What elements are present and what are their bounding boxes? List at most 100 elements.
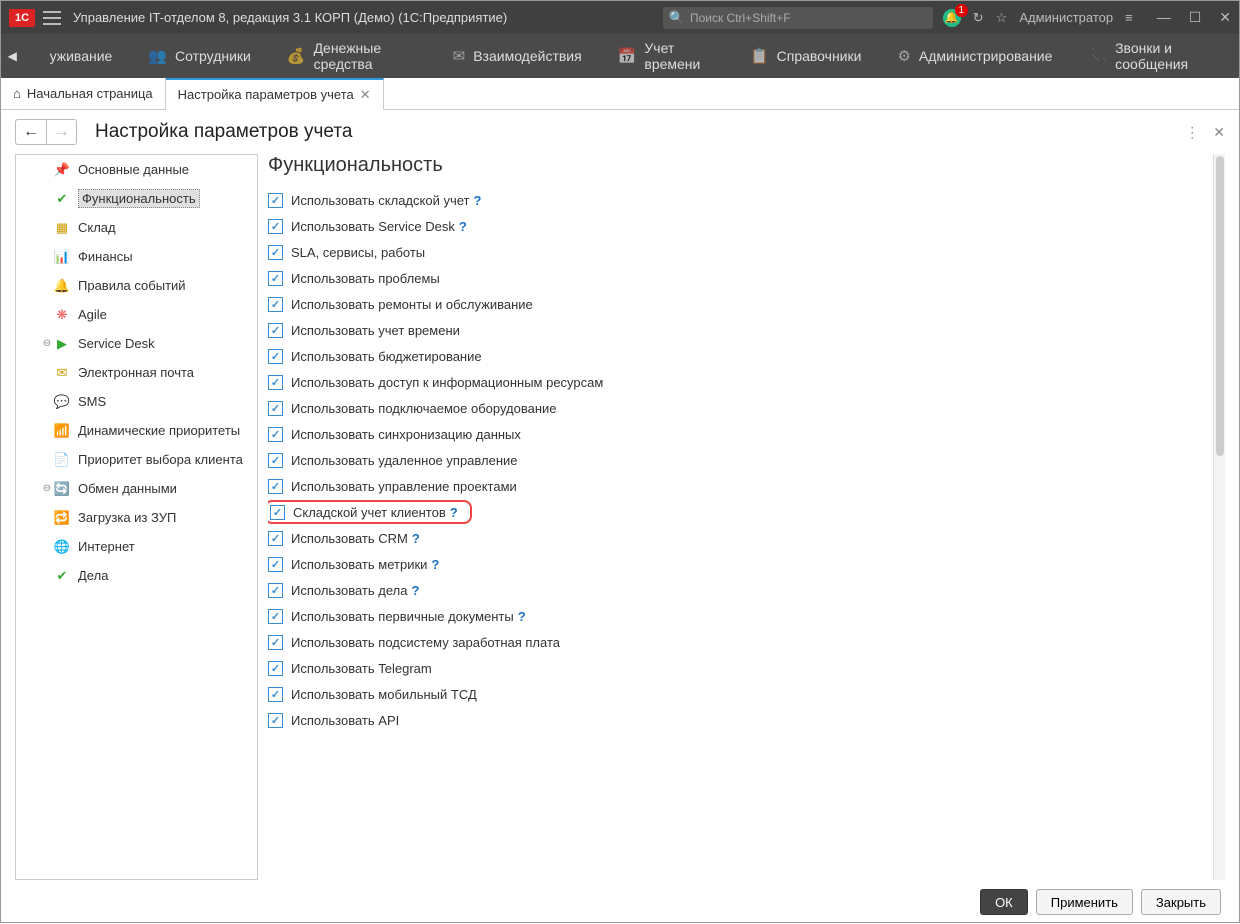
ok-button[interactable]: ОК xyxy=(980,889,1028,915)
menubar-item-1[interactable]: 👥Сотрудники xyxy=(130,34,269,78)
nav-forward-button[interactable]: → xyxy=(46,120,76,144)
help-link-icon[interactable]: ? xyxy=(412,531,420,546)
close-button[interactable]: Закрыть xyxy=(1141,889,1221,915)
tree-item-7[interactable]: ✉Электронная почта xyxy=(16,358,257,387)
menubar-item-6[interactable]: ⚙Администрирование xyxy=(879,34,1070,78)
checkbox[interactable]: ✓ xyxy=(268,297,283,312)
checkbox[interactable]: ✓ xyxy=(268,219,283,234)
favorites-icon[interactable]: ☆ xyxy=(996,10,1008,26)
help-link-icon[interactable]: ? xyxy=(431,557,439,572)
tree-item-3[interactable]: 📊Финансы xyxy=(16,242,257,271)
notifications-button[interactable]: 🔔 1 xyxy=(943,9,961,27)
window-close-icon[interactable]: ✕ xyxy=(1219,9,1231,26)
check-label[interactable]: Использовать синхронизацию данных xyxy=(291,427,521,442)
check-label[interactable]: Складской учет клиентов xyxy=(293,505,446,520)
menubar-item-3[interactable]: ✉Взаимодействия xyxy=(435,34,600,78)
checkbox[interactable]: ✓ xyxy=(268,375,283,390)
help-link-icon[interactable]: ? xyxy=(518,609,526,624)
checkbox[interactable]: ✓ xyxy=(268,349,283,364)
tab-settings[interactable]: Настройка параметров учета ✕ xyxy=(166,78,384,110)
tree-item-0[interactable]: 📌Основные данные xyxy=(16,155,257,184)
checkbox[interactable]: ✓ xyxy=(268,401,283,416)
menubar-item-2[interactable]: 💰Денежные средства xyxy=(269,34,435,78)
check-label[interactable]: Использовать первичные документы xyxy=(291,609,514,624)
app-logo: 1C xyxy=(9,9,35,27)
apply-button[interactable]: Применить xyxy=(1036,889,1133,915)
menubar-item-0[interactable]: уживание xyxy=(24,34,131,78)
history-icon[interactable]: ↻ xyxy=(973,10,984,26)
tree-expander-icon[interactable]: ⊖ xyxy=(40,338,54,349)
user-label[interactable]: Администратор xyxy=(1019,10,1113,25)
tree-item-10[interactable]: 📄Приоритет выбора клиента xyxy=(16,445,257,474)
tab-close-icon[interactable]: ✕ xyxy=(360,87,371,103)
tree-item-1[interactable]: ✔Функциональность xyxy=(16,184,257,213)
tree-item-8[interactable]: 💬SMS xyxy=(16,387,257,416)
help-link-icon[interactable]: ? xyxy=(450,505,458,520)
checkbox[interactable]: ✓ xyxy=(268,635,283,650)
tree-expander-icon[interactable]: ⊖ xyxy=(40,483,54,494)
scrollbar-thumb[interactable] xyxy=(1216,156,1224,456)
menubar-item-5[interactable]: 📋Справочники xyxy=(732,34,880,78)
checkbox[interactable]: ✓ xyxy=(268,271,283,286)
check-label[interactable]: Использовать метрики xyxy=(291,557,427,572)
tree-item-4[interactable]: 🔔Правила событий xyxy=(16,271,257,300)
tree-item-12[interactable]: 🔁Загрузка из ЗУП xyxy=(16,503,257,532)
nav-back-button[interactable]: ← xyxy=(16,120,46,144)
check-label[interactable]: Использовать бюджетирование xyxy=(291,349,482,364)
tree-item-11[interactable]: ⊖🔄Обмен данными xyxy=(16,474,257,503)
tree-item-14[interactable]: ✔Дела xyxy=(16,561,257,590)
checkbox[interactable]: ✓ xyxy=(268,687,283,702)
menubar-item-7[interactable]: 📞Звонки и сообщения xyxy=(1070,34,1239,78)
tab-home[interactable]: ⌂ Начальная страница xyxy=(1,78,166,109)
checkbox[interactable]: ✓ xyxy=(268,557,283,572)
tree-item-2[interactable]: ▦Склад xyxy=(16,213,257,242)
tree-item-6[interactable]: ⊖▶Service Desk xyxy=(16,329,257,358)
check-label[interactable]: Использовать Telegram xyxy=(291,661,432,676)
check-label[interactable]: Использовать проблемы xyxy=(291,271,440,286)
scrollbar[interactable] xyxy=(1213,154,1225,880)
form-menu-icon[interactable]: ⋮ xyxy=(1185,124,1199,141)
tree-item-9[interactable]: 📶Динамические приоритеты xyxy=(16,416,257,445)
help-link-icon[interactable]: ? xyxy=(411,583,419,598)
window-maximize-icon[interactable]: ☐ xyxy=(1189,9,1202,26)
user-menu-icon[interactable]: ≡ xyxy=(1125,10,1133,25)
window-minimize-icon[interactable]: — xyxy=(1157,9,1171,26)
checkbox[interactable]: ✓ xyxy=(268,453,283,468)
checkbox[interactable]: ✓ xyxy=(268,193,283,208)
search-placeholder: Поиск Ctrl+Shift+F xyxy=(690,11,791,25)
checkbox[interactable]: ✓ xyxy=(270,505,285,520)
checkbox[interactable]: ✓ xyxy=(268,479,283,494)
form-close-icon[interactable]: ✕ xyxy=(1213,124,1225,141)
check-label[interactable]: Использовать мобильный ТСД xyxy=(291,687,477,702)
checkbox[interactable]: ✓ xyxy=(268,427,283,442)
tree-item-5[interactable]: ❋Agile xyxy=(16,300,257,329)
scroll-left-icon[interactable]: ◀ xyxy=(1,49,24,63)
check-label[interactable]: SLA, сервисы, работы xyxy=(291,245,425,260)
check-label[interactable]: Использовать API xyxy=(291,713,399,728)
check-label[interactable]: Использовать Service Desk xyxy=(291,219,455,234)
check-label[interactable]: Использовать управление проектами xyxy=(291,479,517,494)
menubar-item-4[interactable]: 📅Учет времени xyxy=(600,34,732,78)
checkbox[interactable]: ✓ xyxy=(268,323,283,338)
help-link-icon[interactable]: ? xyxy=(473,193,481,208)
check-label[interactable]: Использовать CRM xyxy=(291,531,408,546)
global-search-input[interactable]: 🔍 Поиск Ctrl+Shift+F xyxy=(663,7,933,29)
tree-item-label: Функциональность xyxy=(78,189,200,208)
help-link-icon[interactable]: ? xyxy=(459,219,467,234)
check-label[interactable]: Использовать учет времени xyxy=(291,323,460,338)
check-label[interactable]: Использовать дела xyxy=(291,583,407,598)
checkbox[interactable]: ✓ xyxy=(268,609,283,624)
check-label[interactable]: Использовать подключаемое оборудование xyxy=(291,401,557,416)
tree-item-13[interactable]: 🌐Интернет xyxy=(16,532,257,561)
checkbox[interactable]: ✓ xyxy=(268,583,283,598)
check-label[interactable]: Использовать доступ к информационным рес… xyxy=(291,375,603,390)
check-label[interactable]: Использовать удаленное управление xyxy=(291,453,518,468)
checkbox[interactable]: ✓ xyxy=(268,661,283,676)
checkbox[interactable]: ✓ xyxy=(268,713,283,728)
checkbox[interactable]: ✓ xyxy=(268,531,283,546)
check-label[interactable]: Использовать ремонты и обслуживание xyxy=(291,297,533,312)
main-menu-icon[interactable] xyxy=(43,11,61,25)
checkbox[interactable]: ✓ xyxy=(268,245,283,260)
check-label[interactable]: Использовать складской учет xyxy=(291,193,469,208)
check-label[interactable]: Использовать подсистему заработная плата xyxy=(291,635,560,650)
